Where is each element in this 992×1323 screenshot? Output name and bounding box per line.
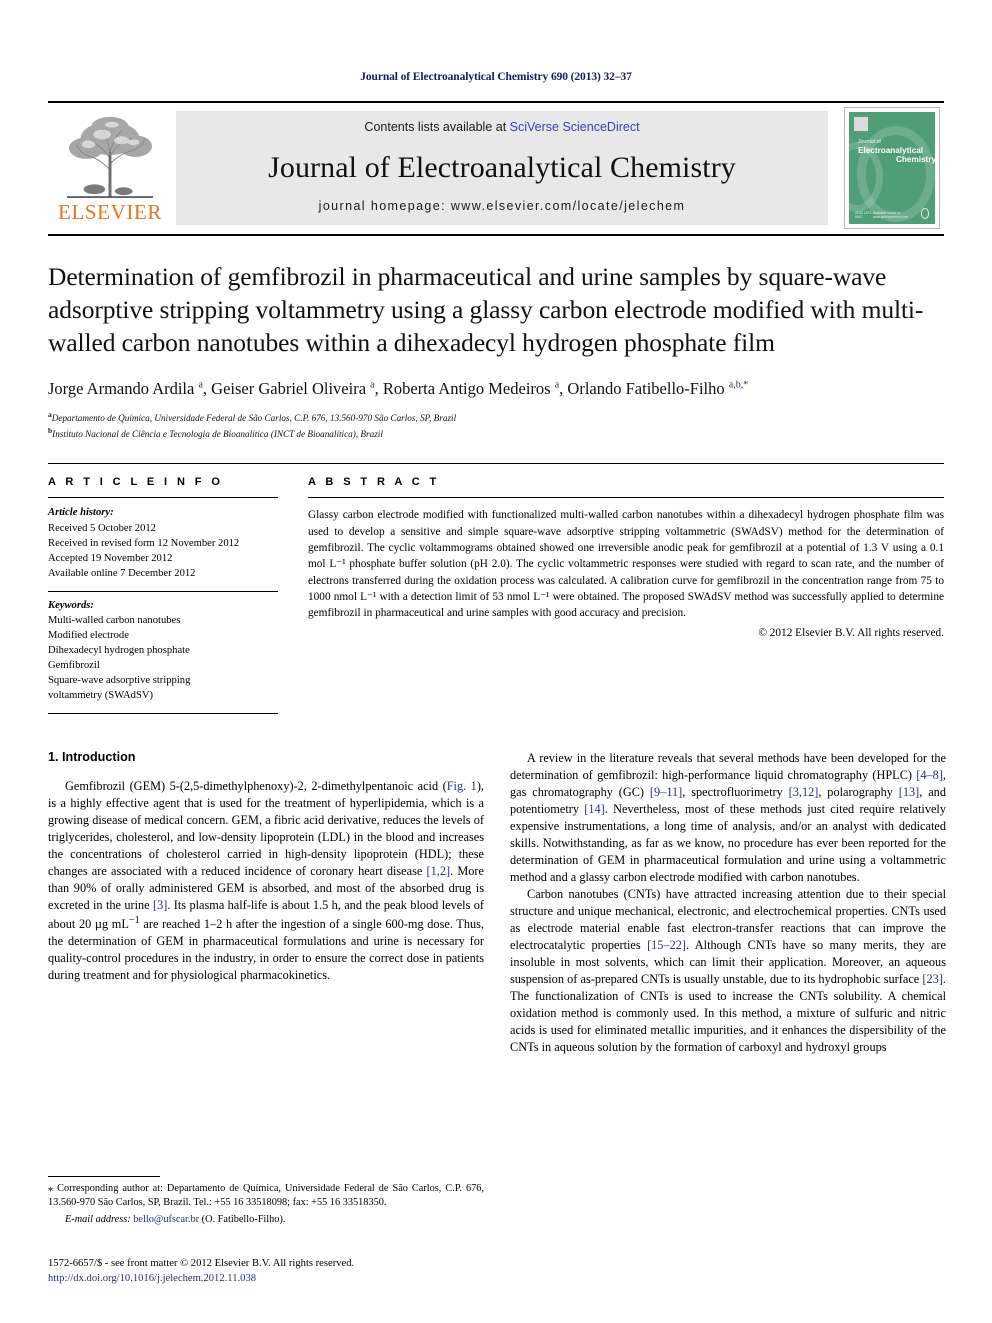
journal-cover-thumbnail: Journal of Electroanalytical Chemistry I… [838, 107, 944, 229]
keyword-item: Multi-walled carbon nanotubes [48, 614, 181, 626]
masthead-panel: Contents lists available at SciVerse Sci… [176, 111, 828, 225]
email-label: E-mail address: [65, 1214, 131, 1226]
abstract-column: A B S T R A C T Glassy carbon electrode … [294, 476, 944, 713]
keyword-item: Dihexadecyl hydrogen phosphate [48, 644, 190, 656]
running-head: Journal of Electroanalytical Chemistry 6… [360, 71, 632, 83]
footnote-rule [48, 1176, 160, 1177]
affiliation-a: aDepartamento de Química, Universidade F… [48, 409, 457, 423]
elsevier-logo: ELSEVIER [48, 111, 172, 225]
issn-line: 1572-6657/$ - see front matter © 2012 El… [48, 1258, 355, 1269]
abstract-text: Glassy carbon electrode modified with fu… [308, 509, 944, 620]
keyword-item: Gemfibrozil [48, 659, 100, 671]
corresponding-author-note: ⁎ Corresponding author at: Departamento … [48, 1183, 484, 1209]
history-item: Received in revised form 12 November 201… [48, 537, 240, 549]
keyword-item: Square-wave adsorptive stripping [48, 674, 191, 686]
abstract-heading: A B S T R A C T [308, 476, 440, 489]
cover-footer-right: Available online at www.sciencedirect.co… [872, 210, 908, 219]
body-columns: 1. Introduction Gemfibrozil (GEM) 5-(2,5… [48, 750, 946, 1056]
abstract-copyright: © 2012 Elsevier B.V. All rights reserved… [758, 627, 944, 640]
contents-available-line: Contents lists available at SciVerse Sci… [364, 120, 639, 134]
article-info-body: Article history: Received 5 October 2012… [48, 498, 278, 714]
info-abstract-region: A R T I C L E I N F O Article history: R… [48, 463, 944, 714]
paragraph-intro-2: A review in the literature reveals that … [510, 750, 946, 884]
paper-title: Determination of gemfibrozil in pharmace… [48, 262, 924, 358]
email-note: E-mail address: bello@ufscar.br (O. Fati… [48, 1213, 484, 1227]
article-history-block: Article history: Received 5 October 2012… [48, 505, 278, 580]
affiliation-b-text: Instituto Nacional de Ciência e Tecnolog… [52, 429, 383, 440]
footnote-block: ⁎ Corresponding author at: Departamento … [48, 1176, 484, 1228]
paragraph-intro-3: Carbon nanotubes (CNTs) have attracted i… [510, 886, 946, 1055]
issn-block: 1572-6657/$ - see front matter © 2012 El… [48, 1256, 568, 1287]
cover-title-line3: Chemistry [895, 155, 935, 164]
cover-footer: ISSN 1572-6657 Available online at www.s… [855, 208, 929, 219]
page: Journal of Electroanalytical Chemistry 6… [0, 0, 992, 1323]
article-info-column: A R T I C L E I N F O Article history: R… [48, 476, 294, 714]
section-heading-introduction: 1. Introduction [48, 749, 136, 764]
doi-link[interactable]: http://dx.doi.org/10.1016/j.jelechem.201… [48, 1271, 568, 1286]
keywords-block: Keywords: Multi-walled carbon nanotubes … [48, 592, 278, 703]
cover-badge-icon [920, 208, 929, 219]
history-item: Received 5 October 2012 [48, 522, 156, 534]
body-column-left: 1. Introduction Gemfibrozil (GEM) 5-(2,5… [48, 750, 484, 1056]
author-list: Jorge Armando Ardila a, Geiser Gabriel O… [48, 379, 749, 399]
cover-title: Journal of Electroanalytical Chemistry [858, 139, 935, 164]
journal-title: Journal of Electroanalytical Chemistry [268, 150, 736, 184]
cover-title-line2: Electroanalytical [858, 145, 924, 155]
email-owner: (O. Fatibello-Filho). [201, 1214, 286, 1226]
keyword-item: Modified electrode [48, 629, 129, 641]
elsevier-wordmark: ELSEVIER [58, 200, 162, 224]
affiliations: aDepartamento de Química, Universidade F… [48, 409, 944, 442]
cover-elsevier-mark-icon [854, 117, 868, 131]
journal-masthead: ELSEVIER Contents lists available at Sci… [48, 101, 944, 229]
body-column-right: A review in the literature reveals that … [510, 750, 946, 1056]
paragraph-intro-1: Gemfibrozil (GEM) 5-(2,5-dimethylphenoxy… [48, 778, 484, 983]
history-item: Accepted 19 November 2012 [48, 552, 173, 564]
cover-footer-left: ISSN 1572-6657 [855, 210, 873, 219]
email-address-link[interactable]: bello@ufscar.br [133, 1214, 199, 1225]
affiliation-a-text: Departamento de Química, Universidade Fe… [51, 412, 457, 423]
keywords-bottom-rule [48, 712, 278, 714]
history-item: Available online 7 December 2012 [48, 567, 196, 579]
journal-homepage-link[interactable]: journal homepage: www.elsevier.com/locat… [319, 199, 686, 213]
elsevier-tree-icon [66, 116, 154, 198]
title-block: Determination of gemfibrozil in pharmace… [48, 234, 944, 441]
keywords-label: Keywords: [48, 599, 94, 611]
article-history-label: Article history: [48, 507, 114, 519]
article-info-heading: A R T I C L E I N F O [48, 476, 224, 489]
keyword-item: voltammetry (SWAdSV) [48, 689, 154, 701]
contents-prefix: Contents lists available at [364, 120, 510, 134]
affiliation-b: bInstituto Nacional de Ciência e Tecnolo… [48, 426, 383, 440]
sciencedirect-link[interactable]: SciVerse ScienceDirect [510, 120, 640, 134]
